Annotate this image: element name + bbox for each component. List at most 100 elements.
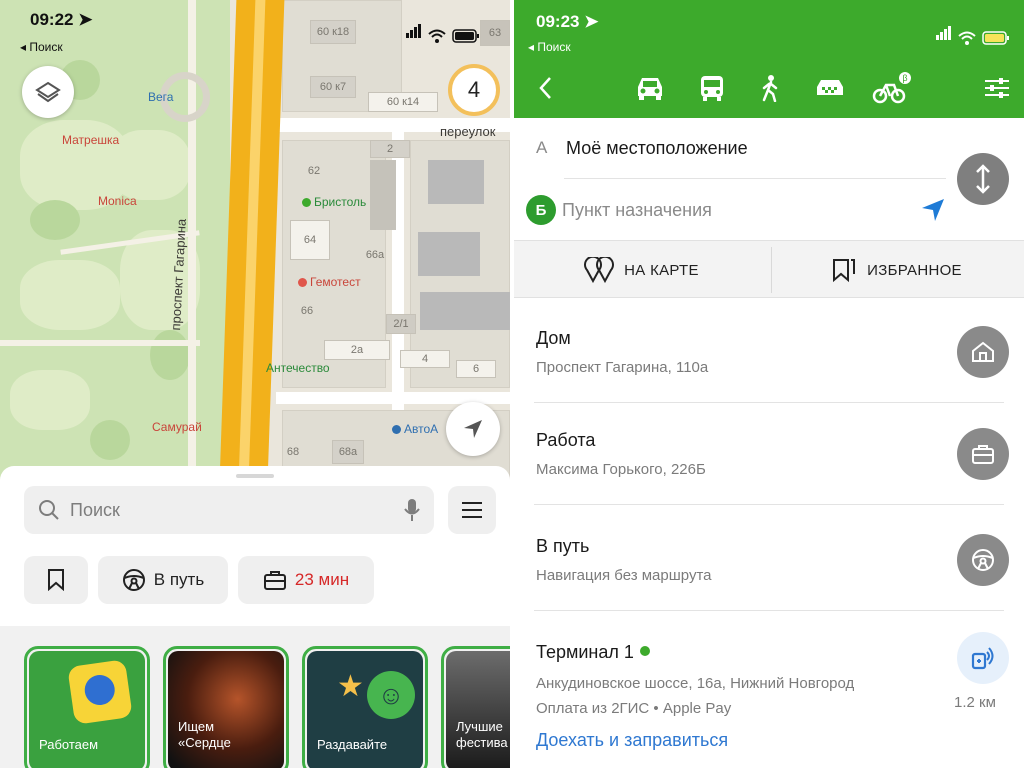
building-number: 60 к7 (319, 81, 347, 93)
map-view[interactable]: 60 к18 60 к7 60 к14 2 62 64 66а 66 2/1 2… (0, 0, 510, 480)
mode-car[interactable] (632, 70, 668, 106)
search-input[interactable]: Поиск (24, 486, 434, 534)
lawn (10, 370, 90, 430)
poi-monica[interactable]: Monica (98, 194, 137, 208)
status-icons (936, 26, 1010, 45)
building (428, 160, 484, 204)
origin-field[interactable]: А Моё местоположение (536, 130, 946, 166)
poi-avto-label: АвтоА (404, 422, 439, 436)
taxi-icon (817, 80, 843, 95)
my-location-button[interactable] (446, 402, 500, 456)
origin-value: Моё местоположение (566, 137, 748, 158)
back-to-search-link[interactable]: ◂ Поиск (528, 40, 571, 54)
divider (534, 402, 1004, 403)
story-caption: Раздавайте (317, 737, 388, 752)
station-item[interactable]: Терминал 1 Анкудиновское шоссе, 16а, Ниж… (536, 642, 1006, 717)
building-number: 66а (365, 249, 385, 261)
open-status-icon (639, 646, 650, 656)
place-title: Работа (536, 430, 596, 450)
location-arrow-icon: ➤ (584, 12, 599, 31)
building-number: 2а (350, 344, 364, 356)
route-settings-button[interactable] (982, 70, 1012, 106)
poi-avto[interactable]: АвтоА (392, 422, 438, 436)
building: 66а (358, 240, 392, 270)
tab-on-map[interactable]: НА КАРТЕ (514, 241, 769, 299)
microphone-icon[interactable] (404, 498, 420, 522)
mode-bike[interactable]: β (870, 70, 914, 106)
building-number: 68 (286, 446, 300, 458)
story-image: Работаем (29, 651, 145, 768)
building: 2 (370, 140, 410, 158)
place-address: Навигация без маршрута (536, 567, 712, 584)
poi-vega[interactable]: Вега (148, 90, 173, 104)
building: 6 (456, 360, 496, 378)
drive-and-refuel-link[interactable]: Доехать и заправиться (536, 730, 728, 751)
fuel-station-button[interactable] (957, 632, 1009, 684)
location-arrow-icon[interactable] (920, 197, 946, 223)
layers-button[interactable] (22, 66, 74, 118)
building-number: 62 (307, 165, 321, 177)
route-chip[interactable]: В путь (98, 556, 228, 604)
steering-wheel-icon (972, 549, 994, 571)
signal-icon (936, 26, 952, 45)
map-screen: 60 к18 60 к7 60 к14 2 62 64 66а 66 2/1 2… (0, 0, 510, 768)
pick-tabs: НА КАРТЕ ИЗБРАННОЕ (514, 240, 1024, 298)
mode-taxi[interactable] (812, 70, 848, 106)
home-button[interactable] (957, 326, 1009, 378)
poi-aptechestvo[interactable]: Антечество (266, 361, 330, 375)
station-name: Терминал 1 (536, 642, 634, 662)
menu-icon (462, 509, 482, 511)
home-icon (972, 341, 994, 362)
story-card[interactable]: Работаем (24, 646, 150, 768)
bookmarks-button[interactable] (24, 556, 88, 604)
briefcase-icon (263, 571, 286, 590)
destination-field[interactable]: Б Пункт назначения (526, 192, 946, 228)
work-chip[interactable]: 23 мин (238, 556, 374, 604)
poi-bristol[interactable]: Бристоль (302, 195, 366, 209)
building-number: 64 (303, 234, 317, 246)
building-number: 60 к14 (386, 96, 420, 108)
saved-place-work[interactable]: Работа Максима Горького, 226Б (536, 430, 1006, 478)
poi-gemotest-label: Гемотест (310, 275, 361, 289)
story-card[interactable]: ★ ☺ Раздавайте (302, 646, 428, 768)
star-icon: ★ (337, 670, 364, 703)
back-button[interactable] (532, 70, 558, 106)
divider (534, 504, 1004, 505)
sheet-grabber[interactable] (236, 474, 274, 478)
work-button[interactable] (957, 428, 1009, 480)
story-card[interactable]: Лучшие фестива (441, 646, 510, 768)
building: 2/1 (386, 314, 416, 334)
bottom-sheet: Поиск В путь 23 мин Работаем Ищем «Сердц… (0, 466, 510, 768)
poi-samurai-label: Самурай (152, 420, 202, 434)
tree (90, 420, 130, 460)
poi-bristol-label: Бристоль (314, 195, 367, 209)
zoom-badge[interactable]: 4 (448, 64, 500, 116)
mode-bus[interactable] (694, 70, 730, 106)
place-address: Максима Горького, 226Б (536, 461, 706, 478)
poi-vega-label: Вега (148, 90, 174, 104)
poi-samurai[interactable]: Самурай (152, 420, 202, 434)
building: 2а (324, 340, 390, 360)
destination-letter: Б (526, 195, 556, 225)
saved-place-home[interactable]: Дом Проспект Гагарина, 110а (536, 328, 1006, 376)
station-payment: Оплата из 2ГИС • Apple Pay (536, 700, 732, 717)
smiley-icon: ☺ (367, 671, 415, 719)
story-card[interactable]: Ищем «Сердце (163, 646, 289, 768)
menu-button[interactable] (448, 486, 496, 534)
divider (564, 178, 946, 179)
back-to-search-link[interactable]: ◂ Поиск (20, 40, 63, 54)
building-number: 4 (421, 353, 429, 365)
building: 68 (280, 440, 306, 464)
free-drive-button[interactable] (957, 534, 1009, 586)
building (418, 232, 480, 276)
building: 60 к14 (368, 92, 438, 112)
poi-matreshka[interactable]: Матрешка (62, 133, 119, 147)
tab-favorites[interactable]: ИЗБРАННОЕ (769, 241, 1024, 299)
poi-gemotest[interactable]: Гемотест (298, 275, 361, 289)
free-drive[interactable]: В путь Навигация без маршрута (536, 536, 1006, 584)
mode-walk[interactable] (758, 70, 782, 106)
search-icon (39, 500, 59, 520)
bookmark-icon (48, 569, 64, 591)
swap-button[interactable] (957, 153, 1009, 205)
wifi-icon (428, 29, 446, 43)
